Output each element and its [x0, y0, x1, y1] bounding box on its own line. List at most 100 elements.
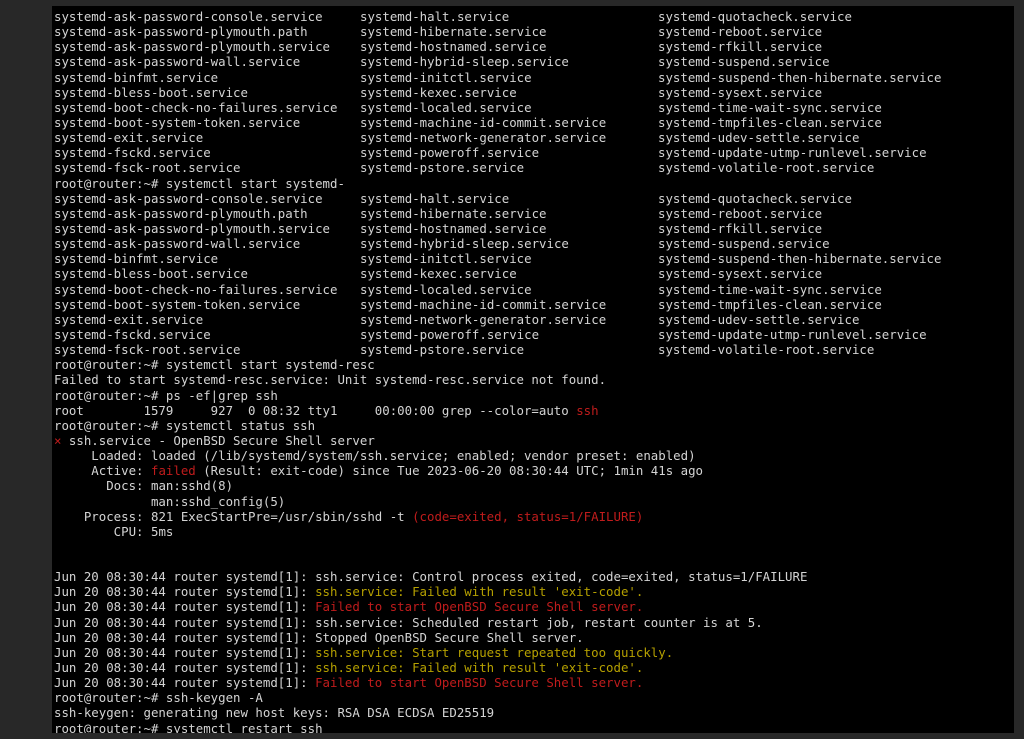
- service-name: systemd-fsck-root.service: [54, 342, 241, 358]
- journal-prefix: Jun 20 08:30:44 router systemd[1]:: [54, 675, 316, 691]
- service-name: systemd-tmpfiles-clean.service: [658, 114, 882, 130]
- output-ssh-keygen: ssh-keygen: generating new host keys: RS…: [54, 705, 495, 721]
- service-name: systemd-binfmt.service: [54, 251, 219, 267]
- journal-prefix: Jun 20 08:30:44 router systemd[1]:: [54, 614, 316, 630]
- journal-entry: Jun 20 08:30:44 router systemd[1]: Stopp…: [54, 630, 1014, 645]
- journal-message: Failed to start OpenBSD Secure Shell ser…: [315, 599, 644, 615]
- service-name: systemd-suspend.service: [658, 236, 830, 252]
- service-name: systemd-update-utmp-runlevel.service: [658, 326, 927, 342]
- service-name: systemd-update-utmp-runlevel.service: [658, 145, 927, 161]
- status-cpu-value: 5ms: [150, 523, 174, 539]
- command-line-ssh-keygen: root@router:~# ssh-keygen -A: [54, 690, 263, 706]
- service-name: systemd-rfkill.service: [658, 220, 823, 236]
- status-cpu-label: CPU:: [54, 523, 151, 539]
- service-name: systemd-hybrid-sleep.service: [360, 54, 569, 70]
- journal-prefix: Jun 20 08:30:44 router systemd[1]:: [54, 569, 316, 585]
- service-name: systemd-bless-boot.service: [54, 266, 248, 282]
- status-cpu-line: CPU: 5ms: [54, 524, 1014, 539]
- service-row: systemd-binfmt.service systemd-initctl.s…: [54, 251, 1014, 266]
- service-row: systemd-ask-password-wall.service system…: [54, 54, 1014, 69]
- journal-message: ssh.service: Scheduled restart job, rest…: [315, 614, 763, 630]
- service-name: systemd-udev-settle.service: [658, 130, 860, 146]
- journal-entry: Jun 20 08:30:44 router systemd[1]: Faile…: [54, 599, 1014, 614]
- service-name: systemd-volatile-root.service: [658, 342, 875, 358]
- journal-message: Stopped OpenBSD Secure Shell server.: [315, 629, 584, 645]
- service-name: systemd-network-generator.service: [360, 130, 607, 146]
- output-failed-resc: Failed to start systemd-resc.service: Un…: [54, 372, 607, 388]
- service-name: systemd-rfkill.service: [658, 39, 823, 55]
- journal-entry: Jun 20 08:30:44 router systemd[1]: Faile…: [54, 675, 1014, 690]
- service-name: systemd-ask-password-console.service: [54, 9, 323, 24]
- service-name: systemd-sysext.service: [658, 266, 823, 282]
- journal-message: ssh.service: Failed with result 'exit-co…: [315, 660, 644, 676]
- service-name: systemd-hostnamed.service: [360, 220, 547, 236]
- service-name: systemd-halt.service: [360, 9, 510, 24]
- service-row: systemd-boot-check-no-failures.service s…: [54, 282, 1014, 297]
- service-name: systemd-quotacheck.service: [658, 190, 852, 206]
- service-row: systemd-fsckd.service systemd-poweroff.s…: [54, 145, 1014, 160]
- ps-output-text: root 1579 927 0 08:32 tty1 00:00:00 grep…: [54, 402, 577, 418]
- ps-output-row: root 1579 927 0 08:32 tty1 00:00:00 grep…: [54, 403, 1014, 418]
- service-name: systemd-boot-check-no-failures.service: [54, 99, 338, 115]
- status-docs-value: man:sshd(8): [150, 478, 234, 494]
- service-name: systemd-time-wait-sync.service: [658, 99, 882, 115]
- journal-prefix: Jun 20 08:30:44 router systemd[1]:: [54, 629, 316, 645]
- service-name: systemd-initctl.service: [360, 69, 532, 85]
- service-row: systemd-boot-system-token.service system…: [54, 297, 1014, 312]
- journal-message: ssh.service: Start request repeated too …: [315, 644, 674, 660]
- service-row: systemd-ask-password-console.service sys…: [54, 191, 1014, 206]
- journal-entry: Jun 20 08:30:44 router systemd[1]: ssh.s…: [54, 584, 1014, 599]
- status-process-exitcode: (code=exited, status=1/FAILURE): [412, 508, 644, 524]
- status-badge: failed: [150, 463, 196, 479]
- service-name: systemd-kexec.service: [360, 266, 517, 282]
- journal-prefix: Jun 20 08:30:44 router systemd[1]:: [54, 660, 316, 676]
- service-name: systemd-hibernate.service: [360, 24, 547, 40]
- status-header-line: × ssh.service - OpenBSD Secure Shell ser…: [54, 433, 1014, 448]
- status-loaded-line: Loaded: loaded (/lib/systemd/system/ssh.…: [54, 448, 1014, 463]
- journal-entry: Jun 20 08:30:44 router systemd[1]: ssh.s…: [54, 660, 1014, 675]
- service-name: systemd-pstore.service: [360, 160, 525, 176]
- journal-entry: Jun 20 08:30:44 router systemd[1]: ssh.s…: [54, 615, 1014, 630]
- service-name: systemd-hybrid-sleep.service: [360, 236, 569, 252]
- command-line-start-systemd: root@router:~# systemctl start systemd-: [54, 175, 345, 191]
- service-name: systemd-boot-check-no-failures.service: [54, 281, 338, 297]
- service-name: systemd-hibernate.service: [360, 205, 547, 221]
- service-name: systemd-binfmt.service: [54, 69, 219, 85]
- journal-message: ssh.service: Control process exited, cod…: [315, 569, 808, 585]
- status-docs-line-2: man:sshd_config(5): [54, 493, 286, 509]
- service-name: systemd-hostnamed.service: [360, 39, 547, 55]
- service-name: systemd-ask-password-wall.service: [54, 236, 301, 252]
- service-name: systemd-udev-settle.service: [658, 311, 860, 327]
- terminal-window[interactable]: systemd-ask-password-console.service sys…: [52, 6, 1014, 733]
- service-name: systemd-machine-id-commit.service: [360, 296, 607, 312]
- service-row: systemd-exit.service systemd-network-gen…: [54, 312, 1014, 327]
- service-name: systemd-machine-id-commit.service: [360, 114, 607, 130]
- service-row: systemd-boot-system-token.service system…: [54, 115, 1014, 130]
- service-name: systemd-poweroff.service: [360, 326, 540, 342]
- service-row: systemd-bless-boot.service systemd-kexec…: [54, 85, 1014, 100]
- service-row: systemd-fsckd.service systemd-poweroff.s…: [54, 327, 1014, 342]
- service-name: systemd-boot-system-token.service: [54, 114, 301, 130]
- service-name: systemd-time-wait-sync.service: [658, 281, 882, 297]
- journal-message: Failed to start OpenBSD Secure Shell ser…: [315, 675, 644, 691]
- status-active-line: Active: failed (Result: exit-code) since…: [54, 463, 1014, 478]
- service-name: systemd-exit.service: [54, 130, 204, 146]
- journal-entry: Jun 20 08:30:44 router systemd[1]: ssh.s…: [54, 569, 1014, 584]
- service-row: systemd-fsck-root.service systemd-pstore…: [54, 342, 1014, 357]
- journal-prefix: Jun 20 08:30:44 router systemd[1]:: [54, 599, 316, 615]
- service-name: systemd-volatile-root.service: [658, 160, 875, 176]
- status-docs-line: Docs: man:sshd(8): [54, 478, 1014, 493]
- status-docs-label: Docs:: [54, 478, 151, 494]
- service-name: systemd-halt.service: [360, 190, 510, 206]
- service-name: systemd-fsck-root.service: [54, 160, 241, 176]
- service-name: systemd-quotacheck.service: [658, 9, 852, 24]
- command-line-ps-grep: root@router:~# ps -ef|grep ssh: [54, 387, 278, 403]
- status-active-label: Active:: [54, 463, 151, 479]
- service-row: systemd-ask-password-plymouth.path syste…: [54, 206, 1014, 221]
- service-name: systemd-initctl.service: [360, 251, 532, 267]
- service-list-block-2: systemd-ask-password-console.service sys…: [54, 191, 1014, 358]
- service-name: systemd-kexec.service: [360, 84, 517, 100]
- service-row: systemd-exit.service systemd-network-gen…: [54, 130, 1014, 145]
- service-name: systemd-sysext.service: [658, 84, 823, 100]
